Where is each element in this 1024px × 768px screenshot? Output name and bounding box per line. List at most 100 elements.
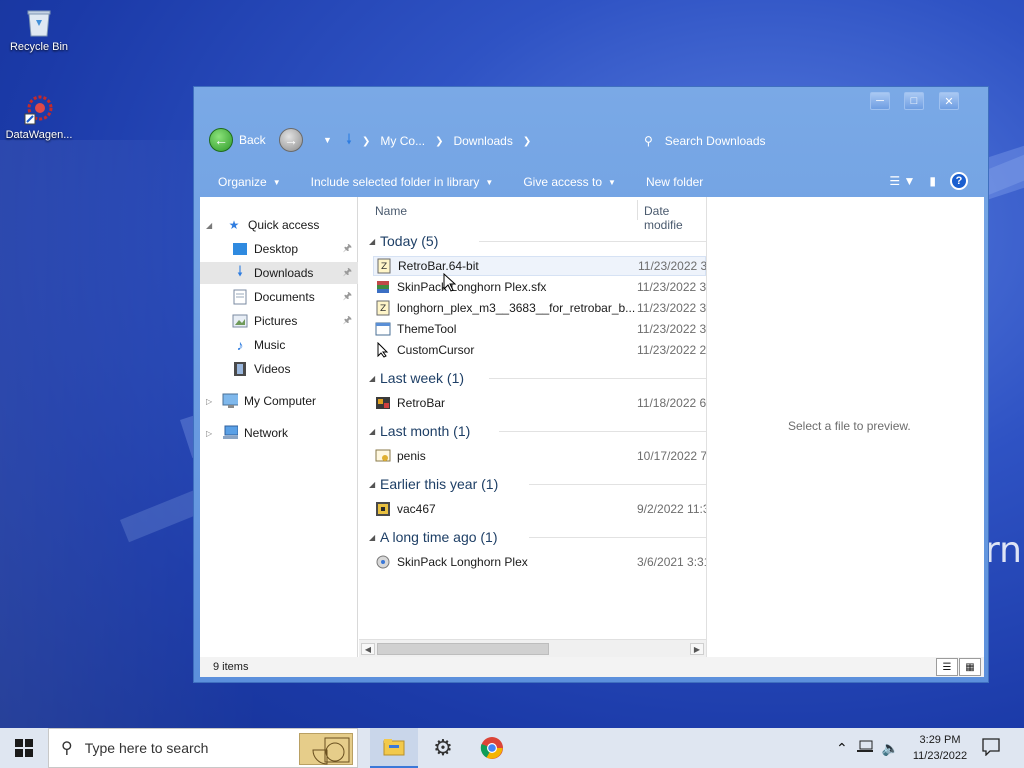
breadcrumb-separator-icon[interactable]: ❯ — [435, 136, 443, 147]
chevron-down-icon: ▼ — [608, 177, 616, 187]
large-icons-view-button[interactable]: ▦ — [959, 658, 981, 676]
breadcrumb-downloads[interactable]: Downloads — [453, 134, 512, 148]
help-icon[interactable]: ? — [950, 172, 968, 190]
network-status-icon[interactable] — [856, 740, 874, 757]
nav-music[interactable]: ♪ Music — [200, 334, 358, 356]
show-hidden-icons-icon[interactable]: ⌃ — [836, 740, 848, 757]
horizontal-scrollbar[interactable]: ◀ ▶ — [359, 639, 706, 657]
title-bar[interactable]: ─ □ ✕ — [194, 87, 988, 115]
taskbar-file-explorer[interactable] — [370, 728, 418, 768]
file-date: 9/2/2022 11:3 — [637, 502, 707, 516]
group-divider — [529, 484, 706, 485]
file-row[interactable]: vac467 9/2/2022 11:3 — [373, 499, 706, 519]
give-access-button[interactable]: Give access to ▼ — [523, 175, 616, 189]
command-bar: Organize ▼ Include selected folder in lib… — [206, 169, 976, 195]
nav-desktop[interactable]: Desktop 🖈 — [200, 238, 358, 260]
new-folder-button[interactable]: New folder — [646, 175, 703, 189]
collapse-group-icon[interactable]: ◢ — [369, 533, 375, 542]
back-button[interactable]: ← Back — [209, 128, 266, 152]
volume-icon[interactable]: 🔈 — [882, 740, 899, 757]
search-box[interactable]: ⚲ Search Downloads — [644, 125, 944, 157]
music-note-icon: ♪ — [236, 337, 244, 353]
collapse-group-icon[interactable]: ◢ — [369, 374, 375, 383]
scroll-right-icon[interactable]: ▶ — [690, 643, 704, 655]
zip-icon: Z — [376, 258, 392, 274]
nav-videos[interactable]: Videos — [200, 358, 358, 380]
include-in-library-button[interactable]: Include selected folder in library ▼ — [311, 175, 494, 189]
collapse-group-icon[interactable]: ◢ — [369, 237, 375, 246]
search-placeholder: Search Downloads — [664, 134, 766, 148]
taskbar-settings[interactable]: ⚙ — [419, 728, 467, 768]
file-date: 11/23/2022 3: — [637, 322, 707, 336]
nav-my-computer[interactable]: ▷ My Computer — [200, 390, 358, 412]
group-header-earlier-this-year[interactable]: ◢ Earlier this year (1) — [359, 473, 706, 495]
file-row[interactable]: Z longhorn_plex_m3__3683__for_retrobar_b… — [373, 298, 706, 318]
group-header-last-month[interactable]: ◢ Last month (1) — [359, 420, 706, 442]
file-date: 11/23/2022 2: — [637, 343, 707, 357]
file-row[interactable]: SkinPack Longhorn Plex 3/6/2021 3:31 — [373, 552, 706, 572]
taskbar: ⚲ Type here to search ⚙ ⌃ 🔈 3:29 PM 11/2… — [0, 728, 1024, 768]
desktop-icon-label: Recycle Bin — [9, 41, 69, 53]
scrollbar-thumb[interactable] — [377, 643, 549, 655]
group-header-long-time-ago[interactable]: ◢ A long time ago (1) — [359, 526, 706, 548]
pin-icon[interactable]: 🖈 — [343, 313, 352, 330]
download-arrow-icon: 🠗 — [236, 263, 243, 279]
file-row[interactable]: RetroBar 11/18/2022 6: — [373, 393, 706, 413]
view-options-icon[interactable]: ☰ ▼ — [889, 174, 915, 188]
taskbar-chrome[interactable] — [468, 728, 516, 768]
collapse-group-icon[interactable]: ◢ — [369, 480, 375, 489]
close-button[interactable]: ✕ — [939, 92, 959, 110]
scroll-left-icon[interactable]: ◀ — [361, 643, 375, 655]
file-name: SkinPack Longhorn Plex.sfx — [397, 280, 547, 294]
breadcrumb-my-computer[interactable]: My Co... — [380, 134, 425, 148]
breadcrumb-separator-icon[interactable]: ❯ — [362, 136, 370, 147]
column-header-name[interactable]: Name — [375, 204, 407, 218]
forward-button[interactable]: → — [279, 128, 303, 152]
nav-label: Quick access — [248, 218, 320, 232]
desktop-wallpaper-text: rn — [985, 530, 1022, 571]
notification-center-button[interactable] — [982, 738, 1000, 759]
collapsed-arrow-icon[interactable]: ▷ — [206, 397, 212, 406]
pin-icon[interactable]: 🖈 — [343, 241, 352, 258]
datawagen-desktop-icon[interactable]: DataWagen... — [1, 94, 77, 141]
file-row[interactable]: penis 10/17/2022 7: — [373, 446, 706, 466]
pin-icon[interactable]: 🖈 — [343, 265, 352, 282]
organize-button[interactable]: Organize ▼ — [218, 175, 281, 189]
search-icon: ⚲ — [61, 740, 73, 757]
nav-pictures[interactable]: Pictures 🖈 — [200, 310, 358, 332]
recent-locations-dropdown[interactable]: ▼ — [323, 135, 332, 145]
file-row[interactable]: SkinPack Longhorn Plex.sfx 11/23/2022 3: — [373, 277, 706, 297]
nav-quick-access[interactable]: ◢ ★ Quick access — [200, 214, 358, 236]
clock-date: 11/23/2022 — [912, 750, 968, 762]
file-date: 11/23/2022 3: — [637, 280, 707, 294]
clock[interactable]: 3:29 PM 11/23/2022 — [900, 732, 980, 764]
nav-documents[interactable]: Documents 🖈 — [200, 286, 358, 308]
group-header-today[interactable]: ◢ Today (5) — [359, 230, 706, 252]
gear-icon: ⚙ — [433, 735, 453, 760]
details-view-button[interactable]: ☰ — [936, 658, 958, 676]
minimize-button[interactable]: ─ — [870, 92, 890, 110]
breadcrumb-separator-icon[interactable]: ❯ — [523, 136, 531, 147]
breadcrumb: 🠗 ❯ My Co... ❯ Downloads ❯ — [346, 125, 531, 157]
archive-icon — [375, 279, 391, 295]
file-row[interactable]: Z RetroBar.64-bit 11/23/2022 3: — [373, 256, 706, 276]
file-row[interactable]: ThemeTool 11/23/2022 3: — [373, 319, 706, 339]
column-header-date[interactable]: Date modifie — [637, 200, 706, 232]
maximize-button[interactable]: □ — [904, 92, 924, 110]
nav-label: Documents — [254, 290, 315, 304]
collapsed-arrow-icon[interactable]: ▷ — [206, 429, 212, 438]
collapse-group-icon[interactable]: ◢ — [369, 427, 375, 436]
file-row[interactable]: CustomCursor 11/23/2022 2: — [373, 340, 706, 360]
start-button[interactable] — [0, 728, 48, 768]
nav-label: Network — [244, 426, 289, 440]
expanded-arrow-icon[interactable]: ◢ — [206, 221, 212, 230]
installer-icon — [375, 501, 391, 517]
taskbar-search-box[interactable]: ⚲ Type here to search — [48, 728, 358, 768]
group-header-last-week[interactable]: ◢ Last week (1) — [359, 367, 706, 389]
recycle-bin-desktop-icon[interactable]: Recycle Bin — [1, 6, 77, 53]
nav-network[interactable]: ▷ Network — [200, 422, 358, 444]
nav-downloads[interactable]: 🠗 Downloads 🖈 — [200, 262, 358, 284]
minimize-icon: ─ — [876, 95, 884, 107]
preview-pane-icon[interactable]: ▮ — [929, 174, 936, 188]
pin-icon[interactable]: 🖈 — [343, 289, 352, 306]
